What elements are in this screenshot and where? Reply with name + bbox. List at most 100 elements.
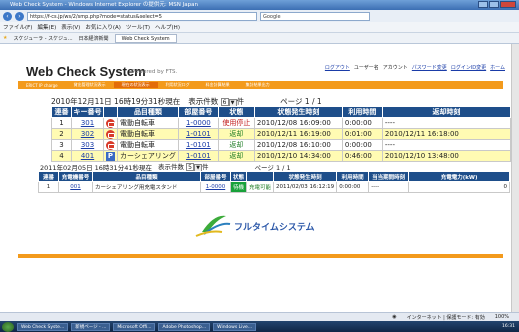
password-change-link[interactable]: パスワード変更 <box>412 64 447 71</box>
key-link[interactable]: 302 <box>71 128 104 140</box>
favorite-link-2[interactable]: 日本経済新聞 <box>79 35 109 42</box>
col-time[interactable]: 状態発生時刻 <box>273 171 338 182</box>
state-time: 2010/12/08 16:09:00 <box>253 117 343 129</box>
count-unit: 件 <box>202 163 209 171</box>
col-time[interactable]: 状態発生時刻 <box>253 106 343 118</box>
page-content: Web Check System Powered by FTS. ログアウト ユ… <box>0 44 512 312</box>
col-return[interactable]: 返却時刻 <box>381 106 512 118</box>
kw-value: 0 <box>408 181 510 193</box>
col-state[interactable]: 状態 <box>217 106 255 118</box>
row-no: 3 <box>51 139 72 151</box>
key-link[interactable]: 401 <box>71 150 104 162</box>
company-logo: フルタイムシステム <box>186 210 356 240</box>
col-type[interactable]: 品目種類 <box>117 106 179 118</box>
duration: 0:00:00 <box>336 181 370 193</box>
browser-tab[interactable]: Web Check System <box>114 33 177 43</box>
menu-tools[interactable]: ツール(T) <box>126 23 150 31</box>
bicycle-icon <box>106 140 115 150</box>
table-row: 4 401 P カーシェアリング 1-0101 返却 2010/12/10 14… <box>51 150 512 162</box>
site-logo: Web Check System <box>26 64 146 79</box>
key-link[interactable]: 303 <box>71 139 104 151</box>
star-icon[interactable]: ★ <box>3 35 7 41</box>
key-link[interactable]: 301 <box>71 117 104 129</box>
forward-arrow-icon[interactable]: › <box>15 11 24 21</box>
col-charge <box>246 171 275 182</box>
count-select[interactable]: 5 <box>186 163 195 171</box>
return-time: 2010/12/11 16:18:00 <box>381 128 512 140</box>
duration: 0:46:00 <box>341 150 383 162</box>
col-key[interactable]: キー番号 <box>71 106 104 118</box>
back-arrow-icon[interactable]: ‹ <box>3 11 12 21</box>
col-no[interactable]: 連番 <box>38 171 59 182</box>
count-select[interactable]: 6 <box>220 98 229 106</box>
item-type: カーシェアリング <box>117 150 179 162</box>
duration: 0:00:00 <box>341 139 383 151</box>
nav-item-current-status[interactable]: 現在の状況表示 <box>113 82 158 88</box>
nav-bar: ERICT IP charge 貸出管理状況表示 現在の状況表示 利用状況ログ … <box>18 81 503 89</box>
search-input[interactable]: Google <box>260 11 370 21</box>
table-row: 1 301 電動自転車 1-0000 使用停止 2010/12/08 16:09… <box>51 117 512 129</box>
vertical-scrollbar[interactable] <box>511 44 519 312</box>
item-type: 電動自転車 <box>117 139 179 151</box>
menu-view[interactable]: 表示(V) <box>61 23 80 31</box>
menu-favorites[interactable]: お気に入り(A) <box>85 23 121 31</box>
nav-item-fee[interactable]: 料金計算結果 <box>198 82 238 88</box>
state-cell: 使用停止 <box>217 117 255 129</box>
home-link[interactable]: ホーム <box>490 64 505 71</box>
col-duration[interactable]: 利用時間 <box>336 171 370 182</box>
browser-window: Web Check System - Windows Internet Expl… <box>0 0 519 332</box>
globe-icon: ◉ <box>392 314 397 320</box>
menu-bar: ファイル(F) 編集(E) 表示(V) お気に入り(A) ツール(T) ヘルプ(… <box>0 22 519 33</box>
col-room[interactable]: 部屋番号 <box>177 106 219 118</box>
charger-table: 連番 充電機番号 品目種類 部屋番号 状態 状態発生時刻 利用時間 当当期間時刻… <box>38 171 510 193</box>
minimize-button[interactable] <box>478 1 488 8</box>
browser-status-bar: ◉ インターネット | 保護モード: 有効 100% <box>0 312 519 321</box>
col-no[interactable]: 連番 <box>51 106 72 118</box>
taskbar-item[interactable]: Microsoft Offi... <box>113 322 156 331</box>
logout-link[interactable]: ログアウト <box>325 64 350 71</box>
charger-link[interactable]: 001 <box>58 181 93 193</box>
favorite-link-1[interactable]: スケジューラ - スケジュ... <box>13 35 72 42</box>
room-link[interactable]: 1-0000 <box>177 117 219 129</box>
taskbar-clock: 16:31 <box>502 324 515 329</box>
nav-item-erict[interactable]: ERICT IP charge <box>18 83 66 88</box>
menu-help[interactable]: ヘルプ(H) <box>155 23 180 31</box>
count-label: 表示件数 <box>188 97 219 106</box>
taskbar-item[interactable]: 新規ページ - ... <box>71 322 111 331</box>
room-link[interactable]: 1-0000 <box>200 181 231 193</box>
charge-status: 充電可能 <box>246 181 275 193</box>
maximize-button[interactable] <box>489 1 499 8</box>
zoom-level[interactable]: 100% <box>495 314 509 320</box>
table-header-row: 連番 キー番号 品目種類 部屋番号 状態 状態発生時刻 利用時間 返却時刻 <box>51 106 512 118</box>
room-link[interactable]: 1-0101 <box>177 139 219 151</box>
taskbar-item[interactable]: Web Check Syste... <box>17 322 69 331</box>
nav-item-rental[interactable]: 貸出管理状況表示 <box>66 82 114 88</box>
col-state[interactable]: 状態 <box>229 171 248 182</box>
table-row: 1 001 カーシェアリング用充電スタンド 1-0000 待機 充電可能 201… <box>38 181 510 193</box>
col-period[interactable]: 当当期間時刻 <box>368 171 410 182</box>
col-charger[interactable]: 充電機番号 <box>58 171 93 182</box>
menu-file[interactable]: ファイル(F) <box>3 23 32 31</box>
loginid-change-link[interactable]: ログインID変更 <box>451 64 486 71</box>
start-button[interactable] <box>2 321 14 332</box>
window-title: Web Check System - Windows Internet Expl… <box>10 2 198 8</box>
close-button[interactable] <box>500 1 516 8</box>
col-type[interactable]: 品目種類 <box>92 171 201 182</box>
bicycle-icon <box>106 129 115 139</box>
room-link[interactable]: 1-0101 <box>177 150 219 162</box>
menu-edit[interactable]: 編集(E) <box>37 23 56 31</box>
room-link[interactable]: 1-0101 <box>177 128 219 140</box>
taskbar-item[interactable]: Windows Live... <box>213 322 257 331</box>
taskbar-item[interactable]: Adobe Photoshop... <box>158 322 211 331</box>
url-input[interactable]: https://f-cs.jp/ws/2/smp.php?mode=status… <box>27 11 257 21</box>
nav-item-log[interactable]: 利用状況ログ <box>158 82 198 88</box>
parking-icon: P <box>106 151 115 161</box>
col-duration[interactable]: 利用時間 <box>341 106 383 118</box>
state-cell: 返却 <box>217 150 255 162</box>
row-no: 2 <box>51 128 72 140</box>
col-room[interactable]: 部屋番号 <box>200 171 231 182</box>
nav-item-export[interactable]: 集計結果出力 <box>238 82 278 88</box>
duration: 0:00:00 <box>341 117 383 129</box>
col-kw[interactable]: 充電電力(kW) <box>408 171 510 182</box>
status-timestamp: 2011年02月05日 16時31分41秒現在 <box>40 163 152 172</box>
